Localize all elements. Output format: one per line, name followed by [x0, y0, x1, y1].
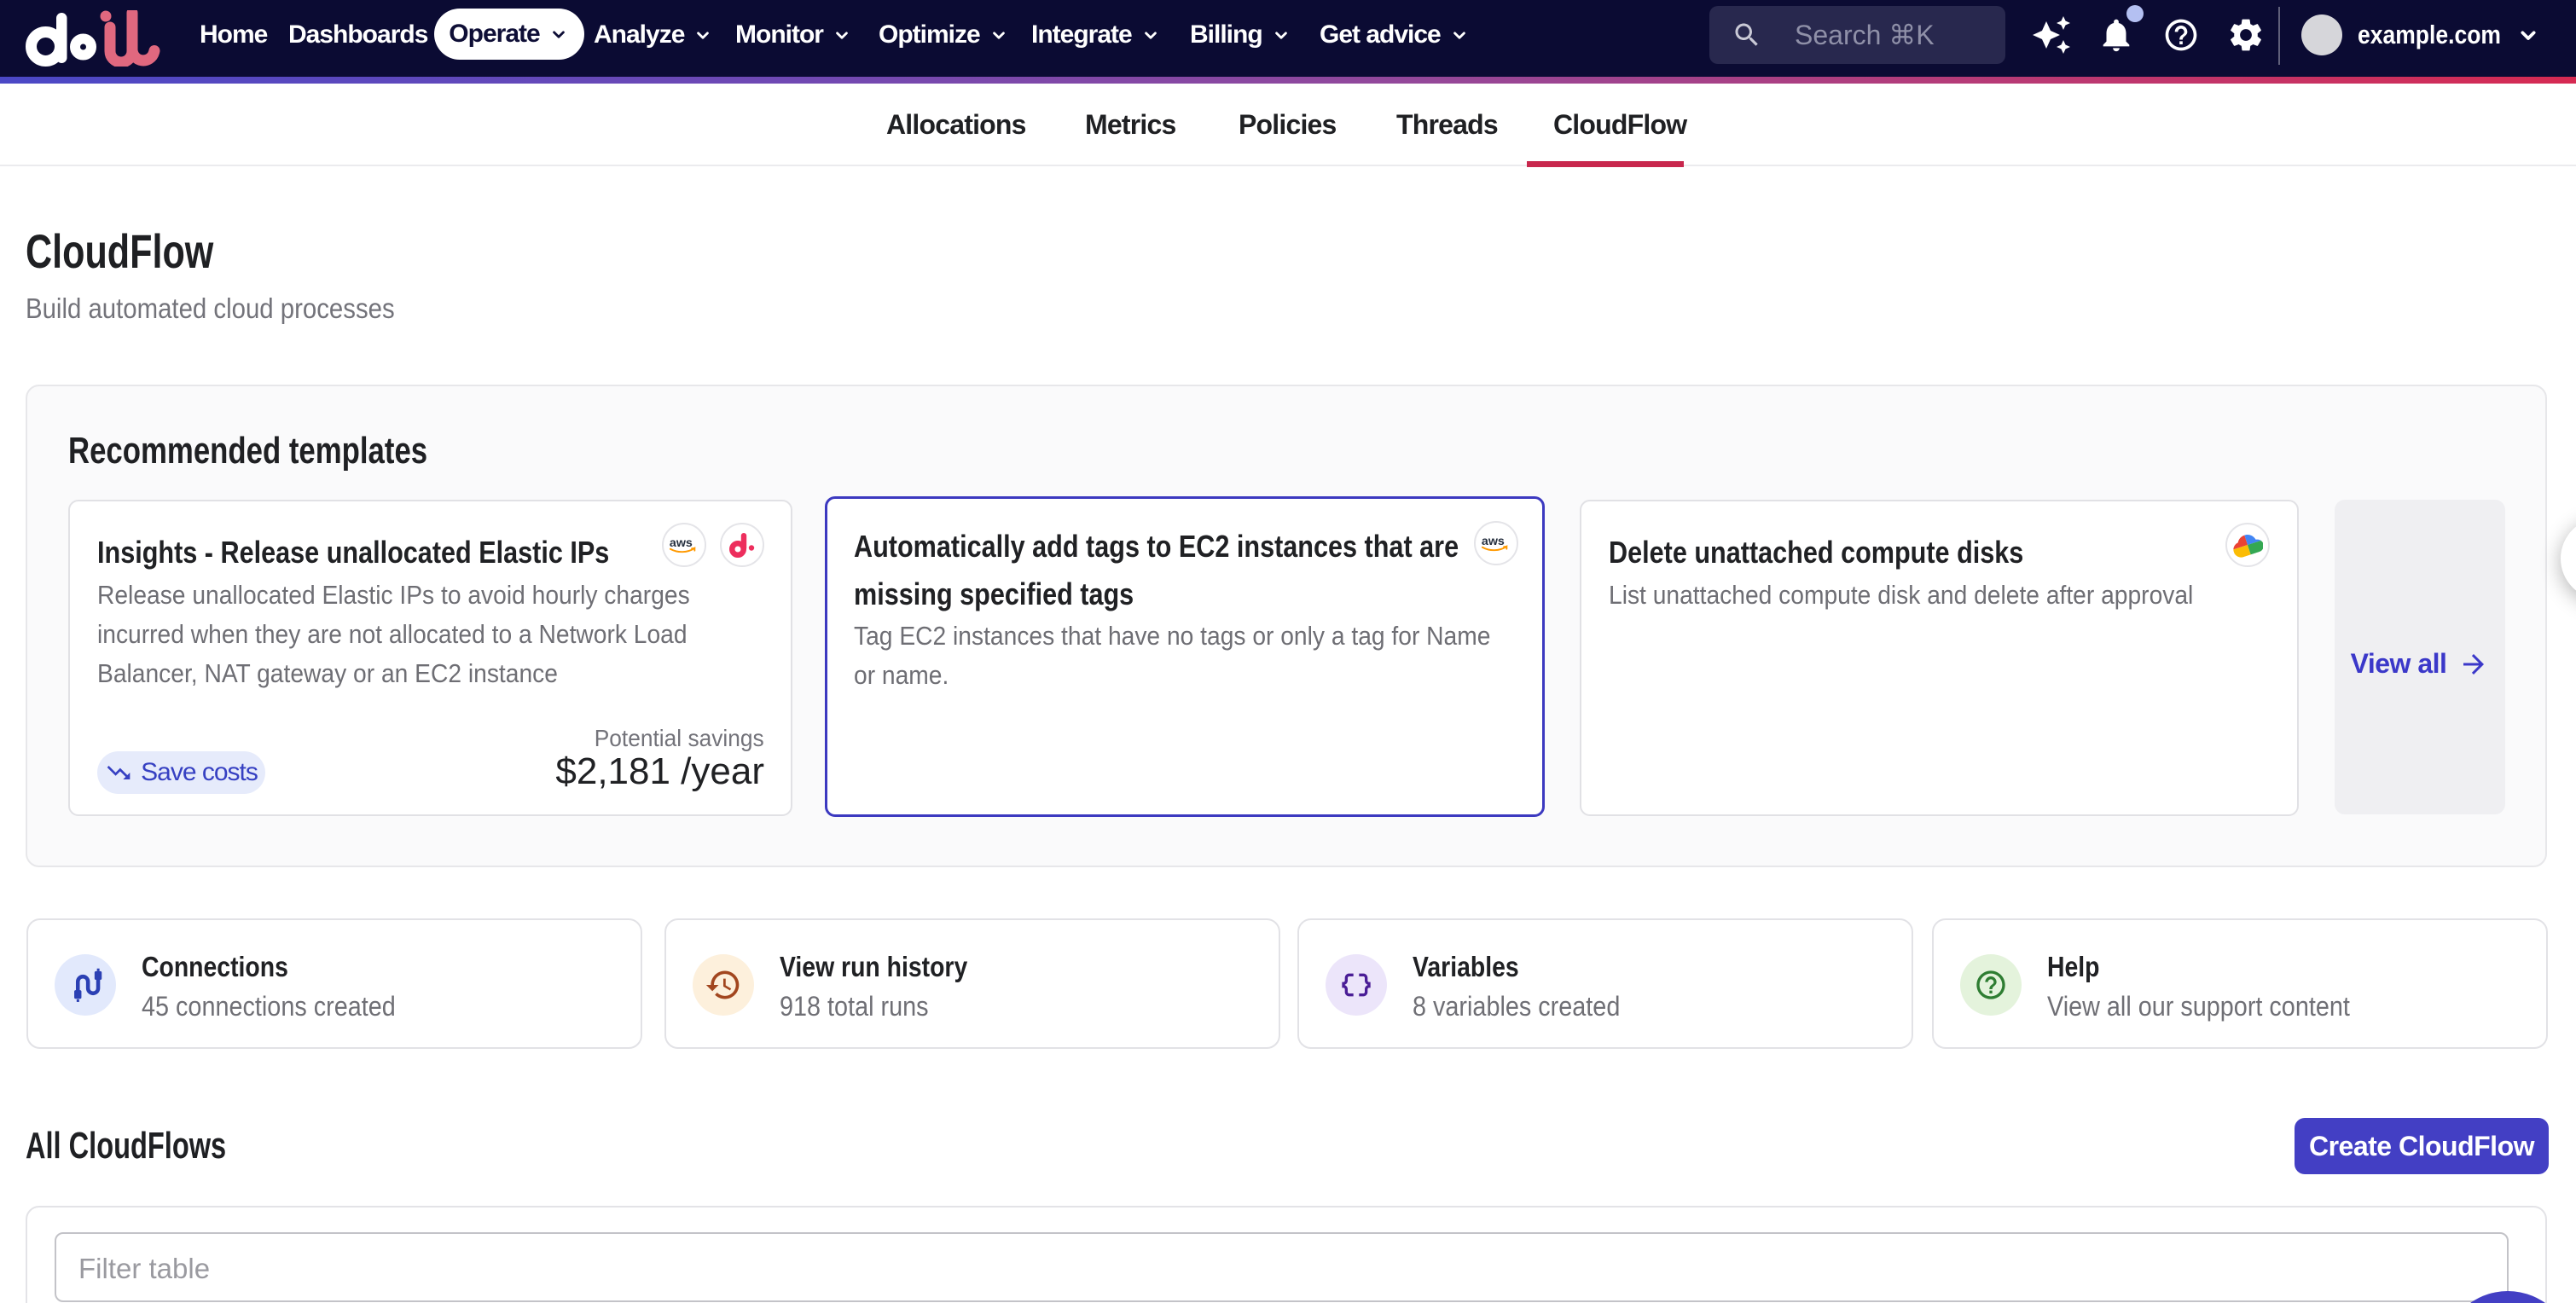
svg-text:aws: aws	[670, 536, 693, 550]
svg-text:aws: aws	[1482, 535, 1505, 548]
